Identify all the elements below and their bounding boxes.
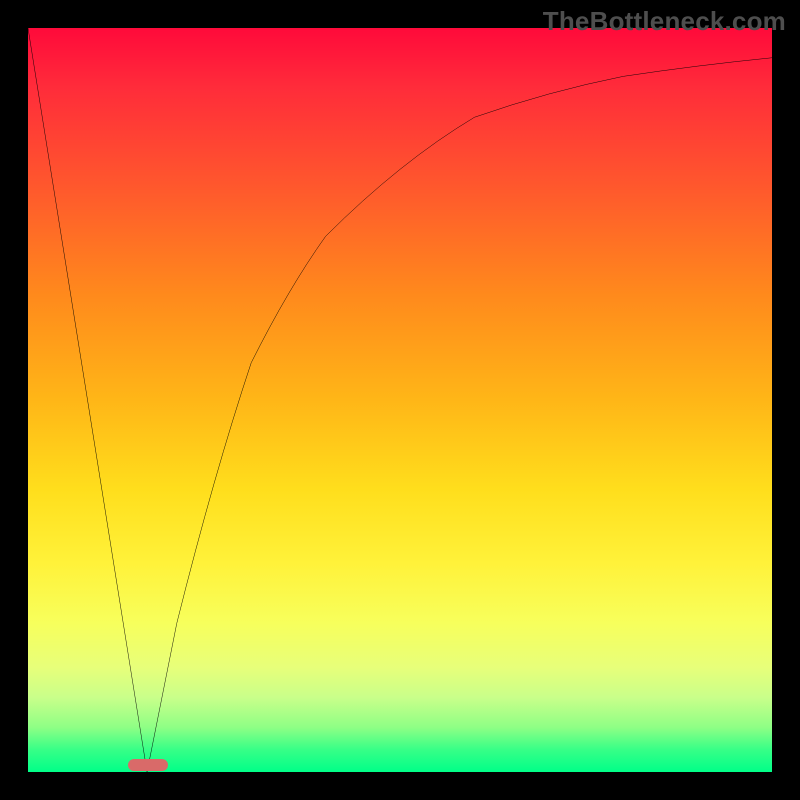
plot-area <box>28 28 772 772</box>
chart-frame: TheBottleneck.com <box>0 0 800 800</box>
right-curve <box>147 58 772 772</box>
watermark-text: TheBottleneck.com <box>543 6 786 37</box>
curves-svg <box>28 28 772 772</box>
bottleneck-marker <box>128 759 168 771</box>
left-line <box>28 28 147 772</box>
